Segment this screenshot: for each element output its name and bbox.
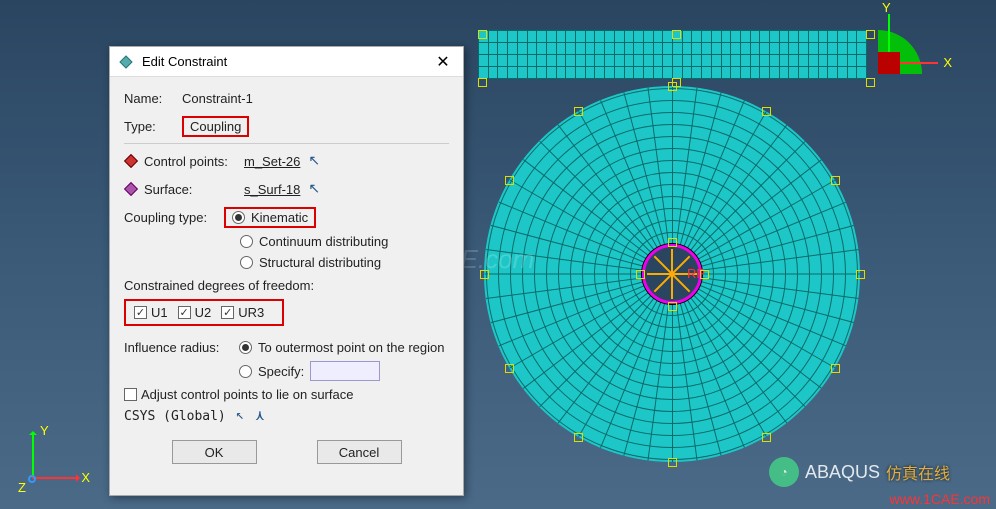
selection-handle[interactable] [574, 107, 583, 116]
type-label: Type: [124, 119, 182, 134]
radio-structural[interactable] [240, 256, 253, 269]
selection-handle[interactable] [831, 176, 840, 185]
radio-structural-label: Structural distributing [259, 255, 381, 270]
app-icon [118, 54, 134, 70]
radio-specify-label: Specify: [258, 364, 304, 379]
surface-icon [124, 182, 138, 196]
checkbox-adjust[interactable] [124, 388, 137, 401]
selection-handle[interactable] [831, 364, 840, 373]
checkbox-ur3[interactable] [221, 306, 234, 319]
model-viewport[interactable]: // draw grid lines via document.write in… [466, 0, 996, 509]
radio-kinematic[interactable] [232, 211, 245, 224]
radio-kinematic-label: Kinematic [251, 210, 308, 225]
view-axis-x: X [943, 55, 952, 70]
checkbox-u1-label: U1 [151, 305, 168, 320]
site-url: www.1CAE.com [890, 491, 990, 507]
control-points-icon [124, 154, 138, 168]
triad-y-label: Y [40, 423, 49, 438]
selection-handle[interactable] [700, 270, 709, 279]
name-value: Constraint-1 [182, 91, 253, 106]
coupling-kinematic-highlight: Kinematic [224, 207, 316, 228]
pick-control-points-icon[interactable] [308, 154, 322, 168]
csys-pick-icon[interactable] [236, 409, 250, 423]
control-points-label: Control points: [144, 154, 244, 169]
radio-continuum-label: Continuum distributing [259, 234, 388, 249]
selection-handle[interactable] [866, 30, 875, 39]
type-value: Coupling [190, 119, 241, 134]
surface-value[interactable]: s_Surf-18 [244, 182, 300, 197]
dof-highlight: U1 U2 UR3 [124, 299, 284, 326]
close-button[interactable]: ✕ [423, 47, 463, 77]
selection-handle[interactable] [574, 433, 583, 442]
radio-continuum[interactable] [240, 235, 253, 248]
selection-handle[interactable] [478, 30, 487, 39]
overlay-text: 仿真在线 [886, 460, 950, 484]
wechat-icon: ◔ [769, 457, 799, 487]
selection-handle[interactable] [668, 238, 677, 247]
checkbox-u2[interactable] [178, 306, 191, 319]
circular-mesh: RP [484, 86, 860, 462]
ok-button[interactable]: OK [172, 440, 257, 464]
cancel-button[interactable]: Cancel [317, 440, 402, 464]
dof-section-label: Constrained degrees of freedom: [124, 278, 449, 293]
control-points-value[interactable]: m_Set-26 [244, 154, 300, 169]
specify-input[interactable] [310, 361, 380, 381]
selection-handle[interactable] [636, 270, 645, 279]
radio-specify[interactable] [239, 365, 252, 378]
view-axis-y: Y [882, 0, 891, 15]
name-label: Name: [124, 91, 182, 106]
triad-z-label: Z [18, 480, 26, 495]
selection-handle[interactable] [505, 364, 514, 373]
selection-handle[interactable] [762, 107, 771, 116]
triad-x-label: X [81, 470, 90, 485]
csys-datum-icon[interactable]: ⋏ [256, 408, 264, 424]
selection-handle[interactable] [505, 176, 514, 185]
selection-handle[interactable] [672, 30, 681, 39]
coupling-type-label: Coupling type: [124, 210, 224, 225]
selection-handle[interactable] [866, 78, 875, 87]
view-cube[interactable]: Y X [878, 14, 938, 74]
selection-handle[interactable] [762, 433, 771, 442]
selection-handle[interactable] [668, 82, 677, 91]
type-value-highlight: Coupling [182, 116, 249, 137]
surface-label: Surface: [144, 182, 244, 197]
selection-handle[interactable] [668, 458, 677, 467]
checkbox-ur3-label: UR3 [238, 305, 264, 320]
software-name: ABAQUS [805, 462, 880, 483]
dialog-titlebar[interactable]: Edit Constraint ✕ [110, 47, 463, 77]
pick-surface-icon[interactable] [308, 182, 322, 196]
csys-label: CSYS (Global) [124, 409, 226, 424]
software-badge: ◔ ABAQUS 仿真在线 [769, 457, 950, 487]
radio-outermost[interactable] [239, 341, 252, 354]
influence-label: Influence radius: [124, 340, 239, 355]
radio-outermost-label: To outermost point on the region [258, 340, 444, 355]
edit-constraint-dialog: Edit Constraint ✕ Name: Constraint-1 Typ… [109, 46, 464, 496]
selection-handle[interactable] [478, 78, 487, 87]
dialog-title: Edit Constraint [142, 54, 423, 69]
checkbox-adjust-label: Adjust control points to lie on surface [141, 387, 353, 402]
selection-handle[interactable] [668, 302, 677, 311]
selection-handle[interactable] [856, 270, 865, 279]
checkbox-u2-label: U2 [195, 305, 212, 320]
checkbox-u1[interactable] [134, 306, 147, 319]
axis-triad[interactable]: Y X Z [18, 423, 88, 493]
